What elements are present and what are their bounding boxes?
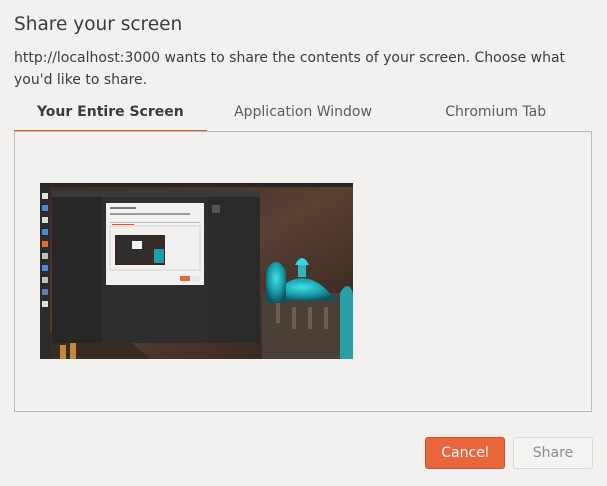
tab-application-window[interactable]: Application Window xyxy=(207,104,400,132)
source-tabs: Your Entire Screen Application Window Ch… xyxy=(14,104,592,132)
share-button[interactable]: Share xyxy=(513,437,593,469)
dialog-actions: Cancel Share xyxy=(425,437,593,469)
dialog-message: http://localhost:3000 wants to share the… xyxy=(14,50,566,88)
tab-entire-screen[interactable]: Your Entire Screen xyxy=(14,104,207,132)
cancel-button[interactable]: Cancel xyxy=(425,437,505,469)
tab-chromium-tab[interactable]: Chromium Tab xyxy=(399,104,592,132)
entire-screen-thumbnail[interactable] xyxy=(40,183,353,359)
dialog-title: Share your screen xyxy=(14,14,183,35)
tab-panel xyxy=(14,131,592,412)
